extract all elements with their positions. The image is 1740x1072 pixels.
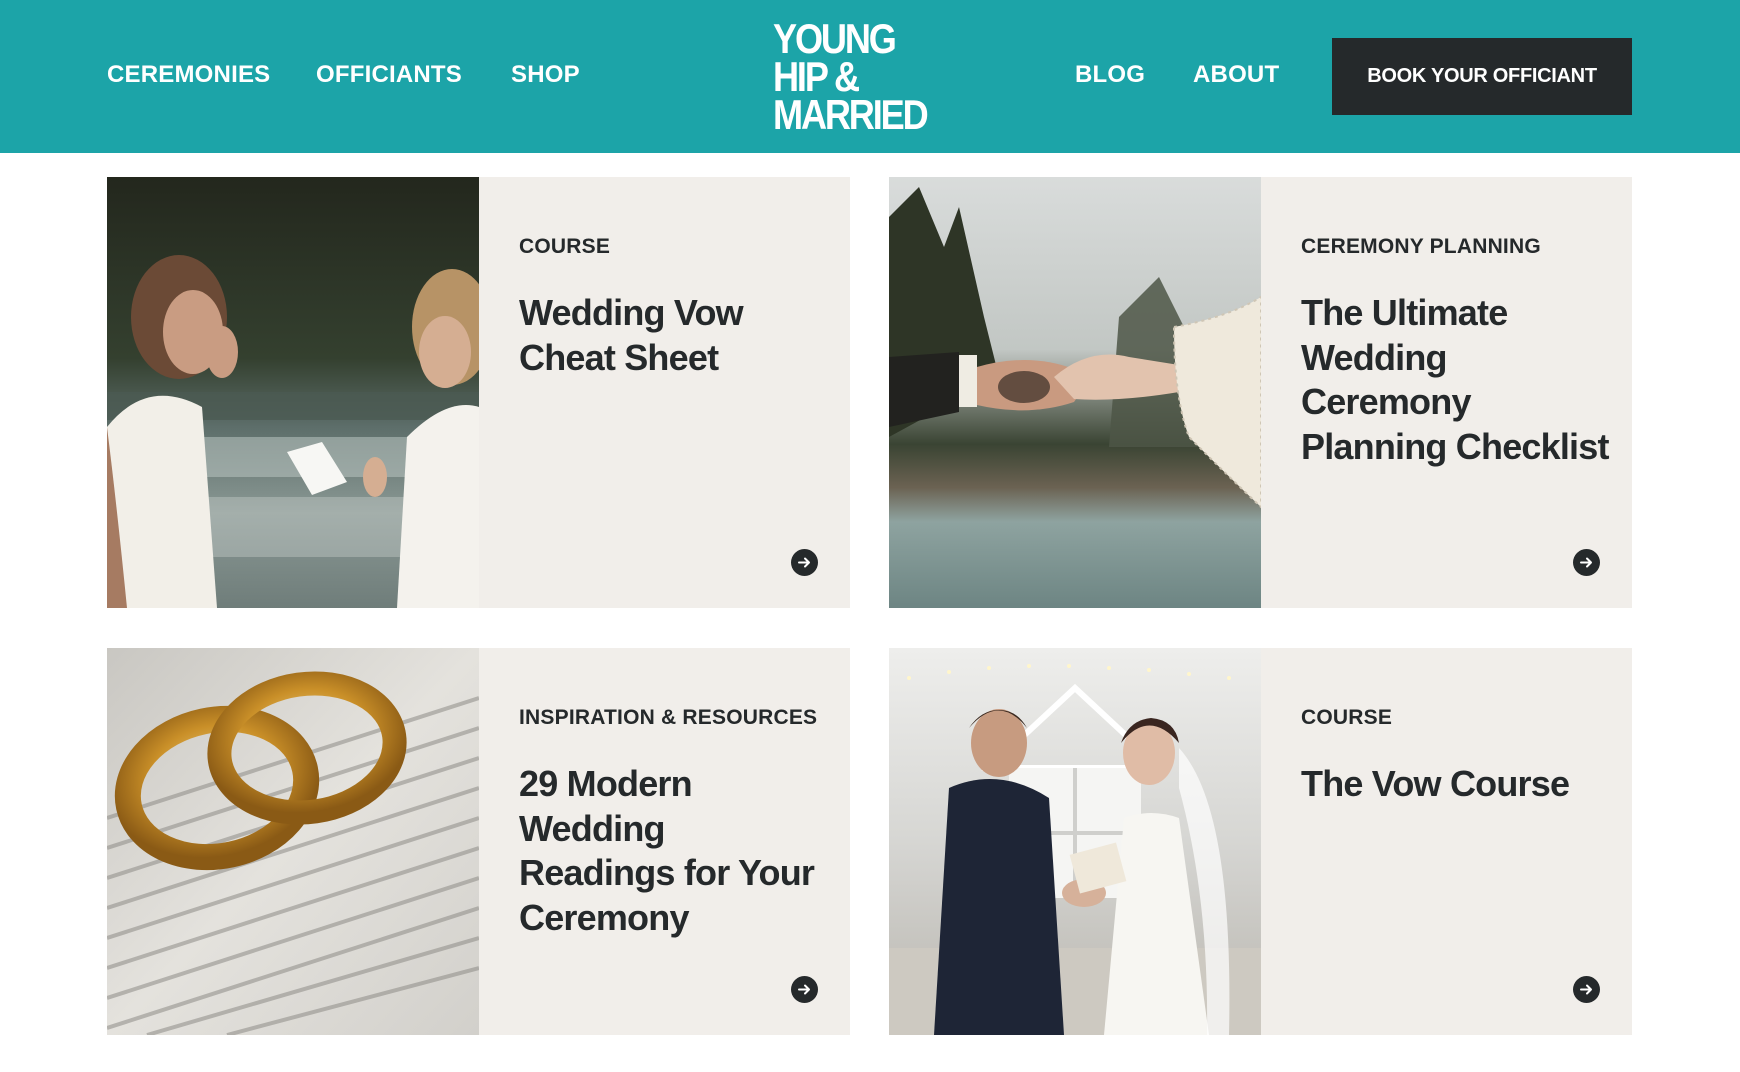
arrow-right-circle-icon[interactable]: [1573, 549, 1600, 576]
card-body: COURSE The Vow Course: [1261, 648, 1632, 1035]
card-title[interactable]: Wedding Vow Cheat Sheet: [519, 291, 829, 380]
arrow-right-circle-icon[interactable]: [791, 549, 818, 576]
card-body: COURSE Wedding Vow Cheat Sheet: [479, 177, 850, 608]
book-officiant-button[interactable]: BOOK YOUR OFFICIANT: [1332, 38, 1632, 115]
card-wedding-vow-cheat-sheet[interactable]: COURSE Wedding Vow Cheat Sheet: [107, 177, 850, 608]
arrow-right-circle-icon[interactable]: [1573, 976, 1600, 1003]
card-image: [889, 177, 1261, 608]
couple-reading-vows-by-river-photo: [107, 177, 479, 608]
card-category: CEREMONY PLANNING: [1301, 235, 1541, 258]
card-image: [889, 648, 1261, 1035]
site-logo[interactable]: YOUNG HIP & MARRIED: [773, 18, 933, 138]
nav-officiants[interactable]: OFFICIANTS: [316, 58, 462, 92]
gold-rings-on-dictionary-photo: [107, 648, 479, 1035]
card-image: [107, 648, 479, 1035]
card-vow-course[interactable]: COURSE The Vow Course: [889, 648, 1632, 1035]
nav-ceremonies[interactable]: CEREMONIES: [107, 58, 270, 92]
nav-about[interactable]: ABOUT: [1193, 58, 1279, 92]
card-body: CEREMONY PLANNING The Ultimate Wedding C…: [1261, 177, 1632, 608]
card-body: INSPIRATION & RESOURCES 29 Modern Weddin…: [479, 648, 850, 1035]
nav-blog[interactable]: BLOG: [1075, 58, 1145, 92]
bride-groom-exchanging-vows-photo: [889, 648, 1261, 1035]
card-title[interactable]: The Ultimate Wedding Ceremony Planning C…: [1301, 291, 1611, 469]
card-category: COURSE: [519, 235, 611, 258]
card-title[interactable]: The Vow Course: [1301, 762, 1611, 807]
hands-holding-lake-photo: [889, 177, 1261, 608]
card-image: [107, 177, 479, 608]
site-header: CEREMONIES OFFICIANTS SHOP YOUNG HIP & M…: [0, 0, 1740, 153]
arrow-right-circle-icon[interactable]: [791, 976, 818, 1003]
nav-shop[interactable]: SHOP: [511, 58, 580, 92]
card-ceremony-planning-checklist[interactable]: CEREMONY PLANNING The Ultimate Wedding C…: [889, 177, 1632, 608]
card-modern-wedding-readings[interactable]: INSPIRATION & RESOURCES 29 Modern Weddin…: [107, 648, 850, 1035]
card-title[interactable]: 29 Modern Wedding Readings for Your Cere…: [519, 762, 829, 940]
card-category: COURSE: [1301, 706, 1393, 729]
card-category: INSPIRATION & RESOURCES: [519, 706, 818, 729]
logo-line-3: MARRIED: [773, 91, 929, 138]
